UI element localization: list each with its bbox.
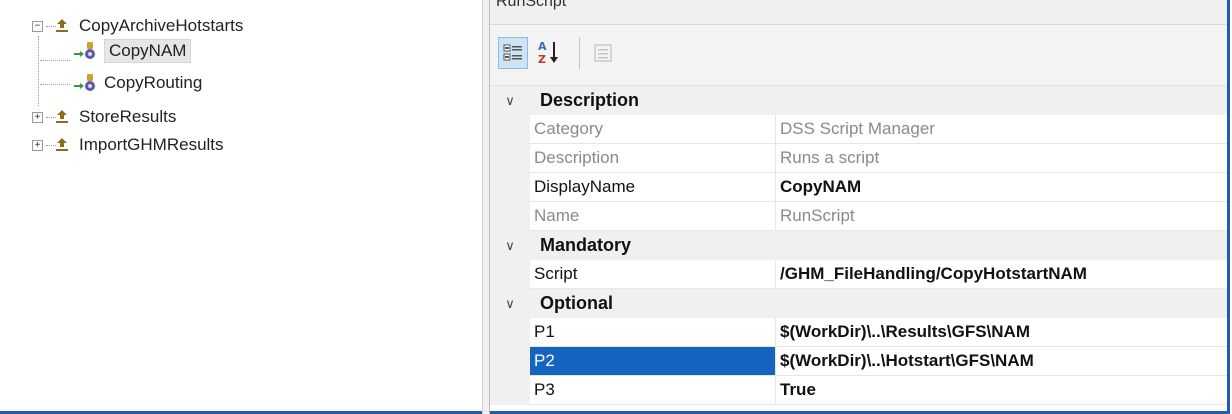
property-value: CopyNAM bbox=[780, 177, 862, 196]
property-row-description[interactable]: Description Runs a script bbox=[490, 144, 1227, 173]
property-row-displayname[interactable]: DisplayName CopyNAM bbox=[490, 173, 1227, 202]
object-title: RunScript bbox=[496, 0, 567, 10]
tree-guide bbox=[40, 84, 70, 85]
chevron-down-icon[interactable]: ∨ bbox=[490, 86, 530, 115]
property-value: RunScript bbox=[780, 206, 855, 225]
property-name: P1 bbox=[534, 322, 555, 341]
category-optional[interactable]: ∨ Optional bbox=[490, 289, 1227, 318]
property-value: DSS Script Manager bbox=[780, 119, 935, 138]
toolbar-separator bbox=[579, 37, 580, 69]
categorized-button[interactable] bbox=[498, 37, 528, 69]
property-row-script[interactable]: Script /GHM_FileHandling/CopyHotstartNAM bbox=[490, 260, 1227, 289]
property-value: $(WorkDir)\..\Results\GFS\NAM bbox=[780, 322, 1030, 341]
tree-node-copynam[interactable]: CopyNAM bbox=[72, 39, 192, 63]
property-name: P2 bbox=[534, 351, 555, 370]
property-row-p1[interactable]: P1 $(WorkDir)\..\Results\GFS\NAM bbox=[490, 318, 1227, 347]
chevron-down-icon[interactable]: ∨ bbox=[490, 289, 530, 318]
tree-node-importghmresults[interactable]: + ImportGHMResults bbox=[32, 134, 224, 156]
tree-guide bbox=[40, 60, 70, 61]
alphabetical-button[interactable]: A Z bbox=[534, 37, 564, 69]
script-task-icon bbox=[72, 72, 100, 94]
property-row-p3[interactable]: P3 True bbox=[490, 376, 1227, 405]
alphabetical-icon: A Z bbox=[538, 40, 558, 66]
property-value: $(WorkDir)\..\Hotstart\GFS\NAM bbox=[780, 351, 1034, 370]
tree-node-label: CopyNAM bbox=[104, 39, 192, 63]
property-pages-button[interactable] bbox=[588, 37, 618, 69]
property-row-name[interactable]: Name RunScript bbox=[490, 202, 1227, 231]
tree-node-copyrouting[interactable]: CopyRouting bbox=[72, 72, 202, 94]
property-row-category[interactable]: Category DSS Script Manager bbox=[490, 115, 1227, 144]
property-name: Category bbox=[534, 119, 603, 138]
property-value: True bbox=[780, 380, 816, 399]
expand-toggle[interactable]: + bbox=[32, 139, 43, 151]
upload-arrow-icon bbox=[55, 18, 69, 34]
category-mandatory[interactable]: ∨ Mandatory bbox=[490, 231, 1227, 260]
property-value: Runs a script bbox=[780, 148, 880, 167]
chevron-down-icon[interactable]: ∨ bbox=[490, 231, 530, 260]
property-name: DisplayName bbox=[534, 177, 636, 196]
script-task-icon bbox=[72, 40, 100, 62]
property-toolbar: A Z bbox=[490, 25, 1227, 86]
collapse-toggle[interactable]: − bbox=[32, 20, 43, 32]
pane-splitter[interactable] bbox=[482, 0, 490, 414]
svg-text:A: A bbox=[538, 40, 547, 53]
svg-text:Z: Z bbox=[538, 53, 546, 66]
categorized-icon bbox=[503, 44, 522, 61]
property-pane-header: RunScript bbox=[490, 0, 1227, 25]
property-name: Script bbox=[534, 264, 578, 283]
tree-guide bbox=[38, 36, 39, 106]
tree-node-label: CopyRouting bbox=[104, 73, 203, 92]
category-description[interactable]: ∨ Description bbox=[490, 86, 1227, 115]
property-pages-icon bbox=[594, 44, 612, 62]
tree-node-label: StoreResults bbox=[79, 107, 177, 126]
property-value: /GHM_FileHandling/CopyHotstartNAM bbox=[780, 264, 1087, 283]
property-name: Description bbox=[534, 148, 620, 167]
property-row-p2[interactable]: P2 $(WorkDir)\..\Hotstart\GFS\NAM bbox=[490, 347, 1227, 376]
task-tree[interactable]: − CopyArchiveHotstarts CopyNAM CopyRouti… bbox=[0, 0, 482, 411]
upload-arrow-icon bbox=[55, 109, 69, 125]
property-grid: ∨ Description Category DSS Script Manage… bbox=[490, 86, 1227, 405]
tree-node-label: ImportGHMResults bbox=[79, 135, 224, 154]
property-name: P3 bbox=[534, 380, 555, 399]
property-name: Name bbox=[534, 206, 580, 225]
property-pane: RunScript A Z ∨ Description Category DSS… bbox=[490, 0, 1227, 411]
tree-node-copyarchivehotstarts[interactable]: − CopyArchiveHotstarts bbox=[32, 15, 243, 37]
tree-node-storeresults[interactable]: + StoreResults bbox=[32, 106, 176, 128]
expand-toggle[interactable]: + bbox=[32, 111, 43, 123]
upload-arrow-icon bbox=[55, 137, 69, 153]
tree-node-label: CopyArchiveHotstarts bbox=[79, 16, 244, 35]
